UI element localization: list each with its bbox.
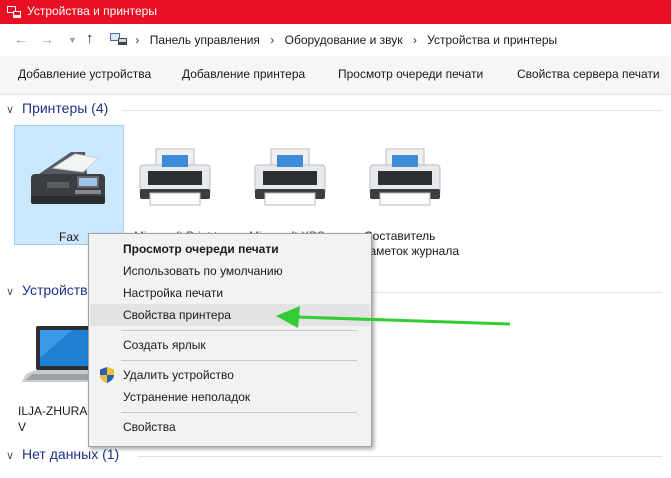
print-queue-button[interactable]: Просмотр очереди печати	[338, 67, 483, 81]
uac-shield-icon	[100, 367, 114, 383]
group-title: Принтеры (4)	[22, 100, 109, 116]
menu-separator	[121, 412, 357, 413]
menu-item-troubleshoot[interactable]: Устранение неполадок	[90, 386, 370, 408]
group-title: Нет данных (1)	[22, 446, 120, 462]
group-header-no-data[interactable]: ∨ Нет данных (1)	[6, 446, 119, 462]
breadcrumb-item[interactable]: Устройства и принтеры	[427, 33, 557, 47]
address-bar: ← → ▼ ↑ › Панель управления › Оборудован…	[0, 24, 671, 56]
group-divider	[138, 456, 662, 457]
breadcrumb-item[interactable]: Оборудование и звук	[285, 33, 403, 47]
chevron-down-icon[interactable]: ∨	[6, 285, 16, 298]
breadcrumb-separator: ›	[412, 33, 417, 47]
group-header-printers[interactable]: ∨ Принтеры (4)	[6, 100, 108, 116]
fax-icon	[31, 152, 105, 204]
group-header-devices[interactable]: ∨ Устройства	[6, 282, 95, 298]
group-title: Устройства	[22, 282, 96, 298]
add-device-button[interactable]: Добавление устройства	[18, 67, 151, 81]
chevron-down-icon[interactable]: ∨	[6, 103, 16, 116]
chevron-down-icon[interactable]: ∨	[6, 449, 16, 462]
printer-tile-microsoft-print-to-pdf[interactable]: Microsoft Print to	[128, 125, 236, 243]
breadcrumb-separator: ›	[270, 33, 275, 47]
command-bar: Добавление устройства Добавление принтер…	[0, 56, 671, 95]
title-bar: Устройства и принтеры	[0, 0, 671, 24]
print-server-properties-button[interactable]: Свойства сервера печати	[517, 67, 660, 81]
menu-item-create-shortcut[interactable]: Создать ярлык	[90, 334, 370, 356]
breadcrumb-item[interactable]: Панель управления	[150, 33, 260, 47]
group-divider	[122, 110, 662, 111]
menu-item-view-print-queue[interactable]: Просмотр очереди печати	[90, 238, 370, 260]
context-menu: Просмотр очереди печати Использовать по …	[88, 233, 372, 447]
printer-icon	[254, 148, 326, 206]
printer-icon	[369, 148, 441, 206]
menu-item-remove-device[interactable]: Удалить устройство	[90, 364, 370, 386]
arrow-left-icon[interactable]: ←	[14, 31, 28, 47]
control-panel-icon	[110, 33, 127, 45]
annotation-arrow	[276, 306, 511, 328]
arrow-up-icon[interactable]: ↑	[86, 30, 94, 47]
printer-icon	[139, 148, 211, 206]
menu-item-set-as-default[interactable]: Использовать по умолчанию	[90, 260, 370, 282]
breadcrumb[interactable]: › Панель управления › Оборудование и зву…	[110, 32, 557, 50]
group-divider	[372, 292, 662, 293]
chevron-down-icon[interactable]: ▼	[68, 35, 77, 45]
window-title: Устройства и принтеры	[27, 4, 157, 18]
menu-item-properties[interactable]: Свойства	[90, 416, 370, 438]
printer-tile-journal-note-writer[interactable]: Составитель заметок журнала	[358, 125, 466, 258]
add-printer-button[interactable]: Добавление принтера	[182, 67, 305, 81]
breadcrumb-separator: ›	[135, 33, 140, 47]
printer-label: Составитель заметок журнала	[364, 229, 459, 258]
menu-separator	[121, 360, 357, 361]
arrow-right-icon[interactable]: →	[40, 31, 54, 47]
printer-tile-microsoft-xps[interactable]: Microsoft XPS	[243, 125, 351, 243]
devices-printers-icon	[7, 6, 21, 18]
printer-tile-fax[interactable]: Fax	[14, 125, 124, 245]
